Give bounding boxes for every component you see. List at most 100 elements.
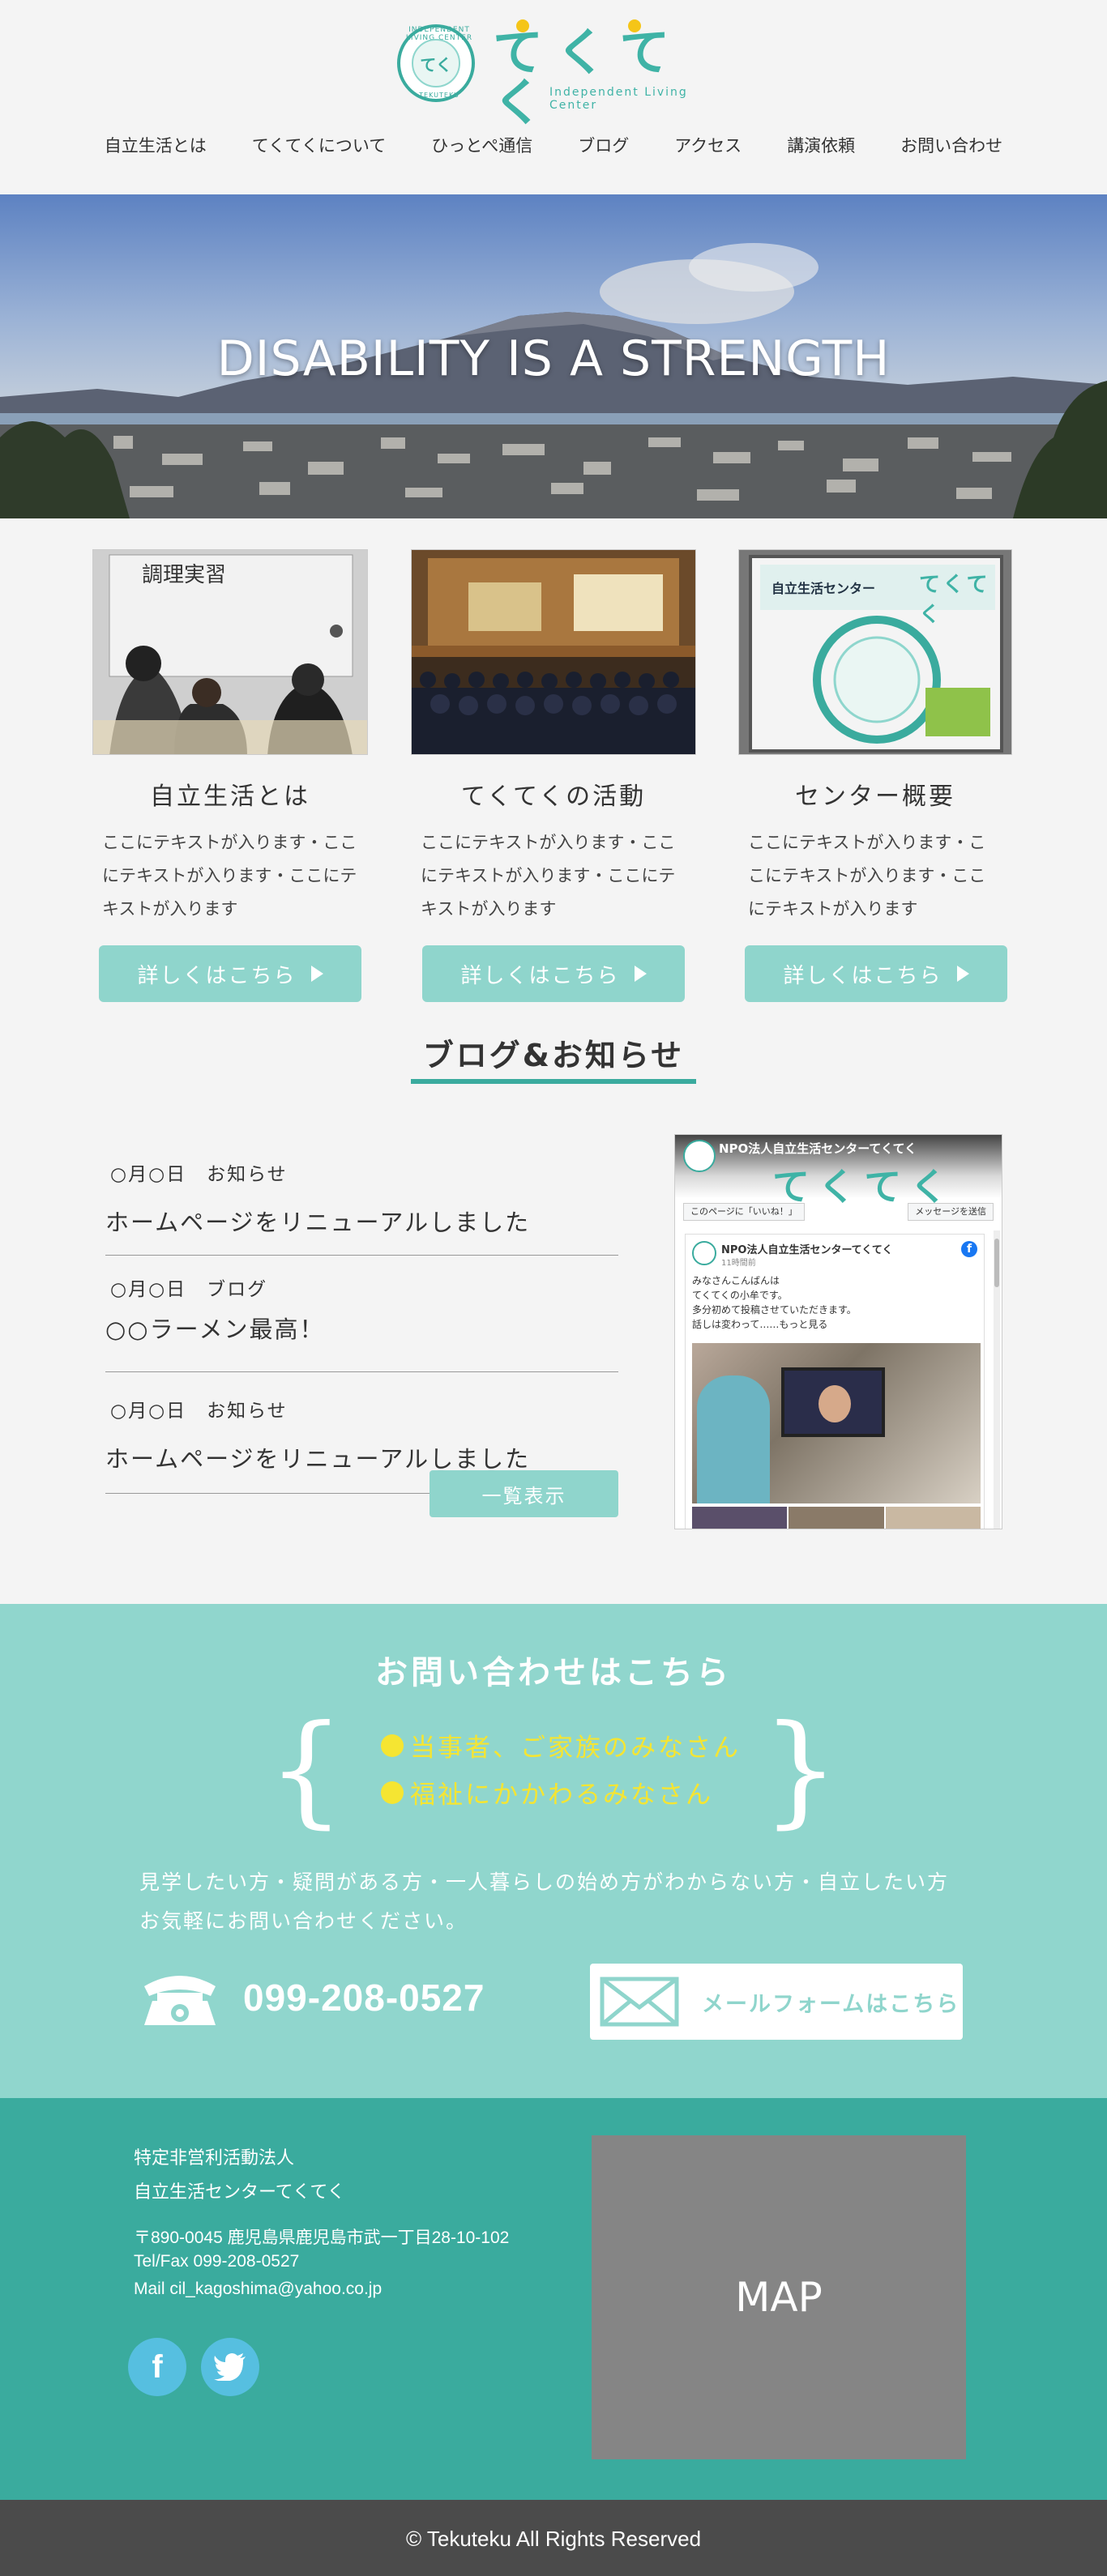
news-meta: ○月○日 お知らせ [110, 1164, 288, 1185]
contact-title: お問い合わせはこちら [375, 1654, 732, 1691]
post-author[interactable]: NPO法人自立生活センターてくてく [721, 1241, 893, 1256]
news-title: ○○ラーメン最高！ [105, 1316, 325, 1343]
phone-contact[interactable]: 099-208-0527 [139, 1968, 485, 2027]
facebook-scrollbar[interactable] [994, 1230, 1000, 1529]
logo-emblem-icon: INDEPENDENT LIVING CENTER てく TEKUTEKU [397, 24, 475, 102]
site-header: INDEPENDENT LIVING CENTER てく TEKUTEKU てく… [0, 0, 1107, 194]
logo-wordmark: てくてく [493, 23, 685, 132]
nav-item-blog[interactable]: ブログ [555, 133, 652, 157]
news-item[interactable]: ○月○日 お知らせ ホームページをリニューアルしました [105, 1158, 618, 1256]
play-triangle-icon [956, 966, 969, 982]
map-placeholder[interactable]: MAP [592, 2135, 966, 2459]
mail-form-button[interactable]: メールフォームはこちら [590, 1964, 963, 2040]
copyright-bar: © Tekuteku All Rights Reserved [0, 2500, 1107, 2576]
post-photo[interactable] [692, 1343, 981, 1503]
news-meta: ○月○日 ブログ [110, 1279, 268, 1300]
play-triangle-icon [310, 966, 323, 982]
page: INDEPENDENT LIVING CENTER てく TEKUTEKU てく… [0, 0, 1107, 2576]
feature-more-button[interactable]: 詳しくはこちら [745, 945, 1007, 1002]
org-name: 自立生活センターてくてく [134, 2182, 345, 2203]
site-logo[interactable]: INDEPENDENT LIVING CENTER てく TEKUTEKU てく… [397, 19, 705, 128]
mail-button-label: メールフォームはこちら [702, 1991, 960, 2017]
logo-subtitle: Independent Living Center [549, 86, 688, 112]
email[interactable]: Mail cil_kagoshima@yahoo.co.jp [134, 2280, 382, 2299]
feature-card-activities: てくてくの活動 ここにテキストが入ります・ここにテキストが入ります・ここにテキス… [411, 549, 696, 1002]
address: 〒890-0045 鹿児島県鹿児島市武一丁目28-10-102 [134, 2228, 510, 2247]
nav-item-about[interactable]: てくてくについて [229, 133, 408, 157]
section-heading: ブログ&お知らせ [422, 1038, 685, 1073]
feature-title: 自立生活とは [150, 783, 310, 811]
main-nav: 自立生活とは てくてくについて ひっとぺ通信 ブログ アクセス 講演依頼 お問い… [0, 133, 1107, 157]
hero-banner: DISABILITY IS A STRENGTH [0, 194, 1107, 518]
feature-card-independent-living: 調理実習 自立生活とは ここにテキストが入ります・ここにテキストが入ります・ここ… [92, 549, 368, 1002]
contact-line: 見学したい方・疑問がある方・一人暮らしの始め方がわからない方・自立したい方 [139, 1870, 950, 1894]
org-type: 特定非営利活動法人 [134, 2148, 295, 2169]
twitter-icon[interactable] [201, 2338, 259, 2396]
post-text: みなさんこんばんは てくてくの小牟です。 多分初めて投稿させていただきます。 話… [692, 1275, 857, 1330]
sign-heading: 自立生活センター [771, 581, 876, 596]
logo-dot-icon [628, 19, 641, 32]
logo-mark: てく [412, 39, 460, 87]
facebook-like-button[interactable]: このページに「いいね！」 [683, 1203, 805, 1221]
feature-image-lecture-hall [411, 549, 696, 755]
nav-item-access[interactable]: アクセス [652, 133, 764, 157]
news-title: ホームページをリニューアルしました [105, 1209, 531, 1236]
view-all-button[interactable]: 一覧表示 [430, 1470, 618, 1517]
news-meta: ○月○日 お知らせ [110, 1401, 288, 1422]
target-audience-item: 福祉にかかわるみなさん [381, 1774, 713, 1810]
button-label: 詳しくはこちら [783, 963, 942, 988]
play-triangle-icon [634, 966, 647, 982]
facebook-page-widget[interactable]: NPO法人自立生活センターてくてく てくてく このページに「いいね！」 メッセー… [674, 1134, 1002, 1529]
phone-number[interactable]: 099-208-0527 [243, 1976, 485, 2019]
facebook-message-button[interactable]: メッセージを送信 [908, 1203, 994, 1221]
nav-item-lecture-request[interactable]: 講演依頼 [764, 133, 878, 157]
feature-text: ここにテキストが入ります・ここにテキストが入ります・ここにテキストが入ります [748, 833, 986, 919]
facebook-icon[interactable]: f [128, 2338, 186, 2396]
heading-underline [411, 1079, 696, 1084]
sign-brand: てくてく [919, 573, 991, 627]
target-audience-item: 当事者、ご家族のみなさん [381, 1727, 741, 1764]
facebook-page-name[interactable]: NPO法人自立生活センターてくてく [719, 1140, 917, 1157]
envelope-icon [600, 1977, 679, 2027]
nav-item-independent-living[interactable]: 自立生活とは [82, 133, 229, 157]
whiteboard-text: 調理実習 [142, 563, 227, 587]
nav-item-newsletter[interactable]: ひっとぺ通信 [408, 133, 555, 157]
photo-monitor [781, 1367, 885, 1437]
site-footer: 特定非営利活動法人 自立生活センターてくてく 〒890-0045 鹿児島県鹿児島… [0, 2098, 1107, 2500]
contact-section: お問い合わせはこちら { } 当事者、ご家族のみなさん 福祉にかかわるみなさん … [0, 1604, 1107, 2098]
yellow-dot-icon [381, 1734, 404, 1757]
contact-line: お気軽にお問い合わせください。 [139, 1909, 468, 1933]
logo-dot-icon [516, 19, 529, 32]
button-label: 詳しくはこちら [137, 963, 297, 988]
post-avatar [692, 1241, 716, 1265]
logo-ring-text-bottom: TEKUTEKU [419, 92, 459, 99]
post-photo-strip[interactable] [692, 1507, 981, 1529]
blog-section: ブログ&お知らせ ○月○日 お知らせ ホームページをリニューアルしました ○月○… [0, 1004, 1107, 1604]
facebook-cover: NPO法人自立生活センターてくてく てくてく このページに「いいね！」 メッセー… [675, 1135, 1002, 1226]
button-label: 詳しくはこちら [460, 963, 620, 988]
news-title: ホームページをリニューアルしました [105, 1445, 531, 1473]
news-item[interactable]: ○月○日 ブログ ○○ラーメン最高！ [105, 1273, 618, 1372]
hero-title: DISABILITY IS A STRENGTH [216, 331, 891, 387]
telephone-icon [144, 1976, 216, 2025]
facebook-page-avatar [683, 1140, 716, 1172]
facebook-icon: f [961, 1241, 977, 1257]
feature-title: てくてくの活動 [460, 783, 647, 811]
contact-description: 見学したい方・疑問がある方・一人暮らしの始め方がわからない方・自立したい方 お気… [139, 1863, 949, 1941]
target-label: 福祉にかかわるみなさん [410, 1781, 713, 1810]
feature-image-cooking-class: 調理実習 [92, 549, 368, 755]
feature-image-center-sign: 自立生活センター てくてく [738, 549, 1012, 755]
feature-title: センター概要 [795, 783, 955, 811]
target-label: 当事者、ご家族のみなさん [410, 1734, 741, 1763]
post-date: 11時間前 [721, 1259, 756, 1268]
yellow-dot-icon [381, 1781, 404, 1804]
photo-person [697, 1375, 770, 1503]
feature-text: ここにテキストが入ります・ここにテキストが入ります・ここにテキストが入ります [102, 833, 357, 919]
left-brace-decoration: { [267, 1700, 345, 1840]
right-brace-decoration: } [762, 1700, 840, 1840]
feature-more-button[interactable]: 詳しくはこちら [422, 945, 685, 1002]
nav-item-contact[interactable]: お問い合わせ [878, 133, 1025, 157]
feature-more-button[interactable]: 詳しくはこちら [99, 945, 361, 1002]
feature-card-center-overview: 自立生活センター てくてく センター概要 ここにテキストが入ります・ここにテキス… [738, 549, 1012, 1002]
facebook-post: NPO法人自立生活センターてくてく 11時間前 f みなさんこんばんは てくてく… [685, 1234, 985, 1529]
